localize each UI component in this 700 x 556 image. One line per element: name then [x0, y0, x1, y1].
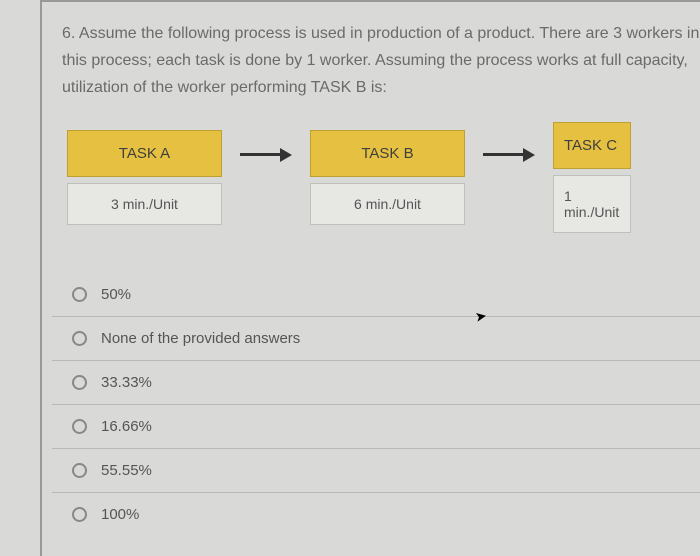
question-container: 6. Assume the following process is used …	[40, 0, 700, 556]
option-label: 50%	[101, 286, 131, 303]
process-diagram: TASK A 3 min./Unit TASK B 6 min./Unit TA…	[67, 122, 700, 233]
radio-icon[interactable]	[72, 419, 87, 434]
task-c: TASK C 1 min./Unit	[553, 122, 631, 233]
option-row[interactable]: 100%	[52, 493, 700, 536]
task-a: TASK A 3 min./Unit	[67, 130, 222, 225]
question-number: 6.	[62, 25, 75, 42]
task-c-header: TASK C	[553, 122, 631, 169]
option-row[interactable]: 33.33%	[52, 361, 700, 405]
question-body: Assume the following process is used in …	[62, 25, 699, 96]
task-b: TASK B 6 min./Unit	[310, 130, 465, 225]
option-label: None of the provided answers	[101, 330, 300, 347]
arrow-icon	[240, 148, 292, 162]
option-row[interactable]: 50%	[52, 273, 700, 317]
radio-icon[interactable]	[72, 331, 87, 346]
radio-icon[interactable]	[72, 507, 87, 522]
cursor-icon: ➤	[474, 307, 489, 326]
answer-options: 50% None of the provided answers 33.33% …	[52, 273, 700, 536]
question-text: 6. Assume the following process is used …	[62, 20, 700, 102]
radio-icon[interactable]	[72, 463, 87, 478]
option-label: 16.66%	[101, 418, 152, 435]
option-row[interactable]: 55.55%	[52, 449, 700, 493]
task-b-header: TASK B	[310, 130, 465, 177]
task-c-rate: 1 min./Unit	[553, 175, 631, 233]
option-label: 33.33%	[101, 374, 152, 391]
option-label: 100%	[101, 506, 139, 523]
option-row[interactable]: None of the provided answers	[52, 317, 700, 361]
arrow-icon	[483, 148, 535, 162]
radio-icon[interactable]	[72, 287, 87, 302]
option-label: 55.55%	[101, 462, 152, 479]
option-row[interactable]: 16.66%	[52, 405, 700, 449]
task-a-header: TASK A	[67, 130, 222, 177]
task-a-rate: 3 min./Unit	[67, 183, 222, 225]
radio-icon[interactable]	[72, 375, 87, 390]
task-b-rate: 6 min./Unit	[310, 183, 465, 225]
